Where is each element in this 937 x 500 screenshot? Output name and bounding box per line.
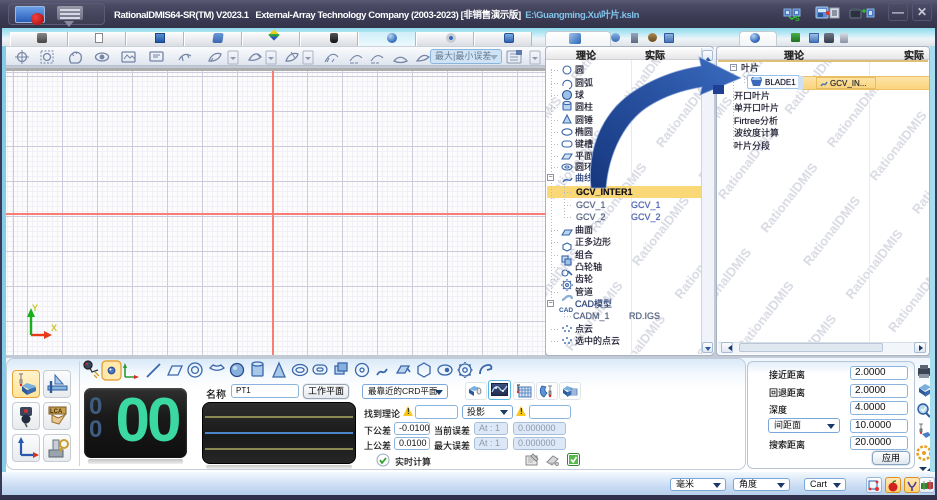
svg-text:Y: Y [32,303,38,313]
svg-text:CAD: CAD [559,307,573,314]
svg-text:S: S [795,16,800,22]
svg-text:X: X [51,323,57,333]
svg-text:LCA: LCA [50,409,63,415]
